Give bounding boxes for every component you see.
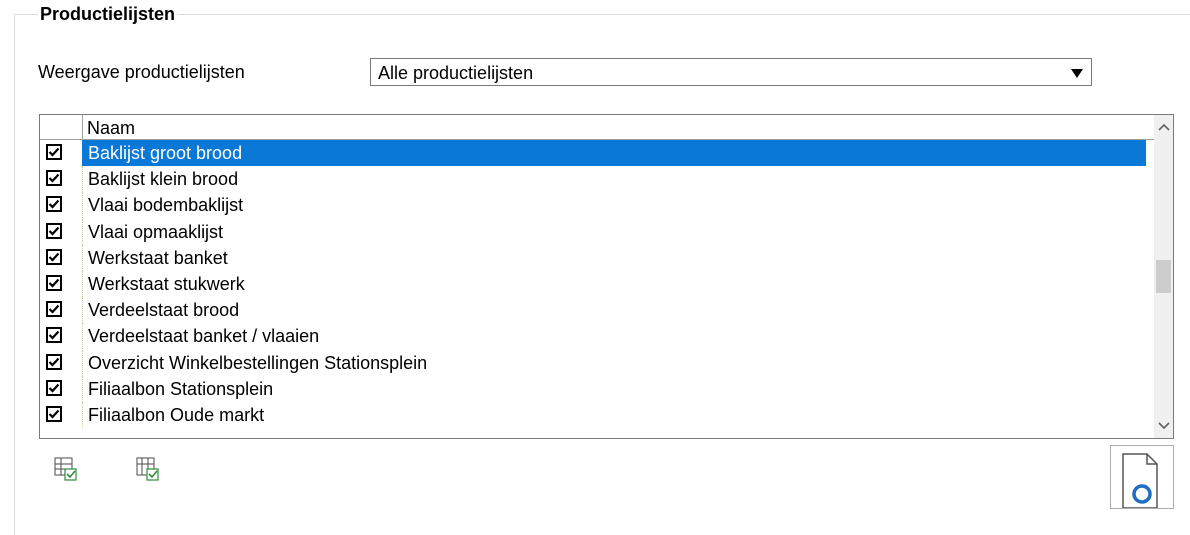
- row-name-cell[interactable]: Baklijst klein brood: [82, 166, 1146, 193]
- checkmark-icon: [48, 278, 60, 288]
- row-name: Verdeelstaat brood: [88, 300, 240, 321]
- checkmark-icon: [48, 200, 60, 209]
- table-row[interactable]: Verdeelstaat brood: [40, 297, 1154, 324]
- row-checkbox[interactable]: [46, 170, 62, 187]
- checkmark-icon: [48, 226, 60, 236]
- view-label: Weergave productielijsten: [38, 62, 245, 82]
- table-row[interactable]: Vlaai bodembaklijst: [40, 192, 1154, 219]
- checkmark-icon: [48, 357, 60, 367]
- row-checkbox[interactable]: [46, 222, 62, 239]
- view-select-value: Alle productielijsten: [378, 63, 534, 83]
- row-checkbox[interactable]: [46, 196, 62, 213]
- checkmark-icon: [48, 331, 60, 340]
- view-select[interactable]: Alle productielijsten: [370, 58, 1092, 86]
- table-row[interactable]: Baklijst klein brood: [40, 166, 1154, 193]
- checkmark-icon: [48, 409, 60, 419]
- checkmark-icon: [48, 304, 60, 314]
- header-separator: [82, 115, 83, 140]
- group-title: Productielijsten: [38, 3, 178, 25]
- row-checkbox[interactable]: [46, 379, 62, 396]
- scroll-up-icon[interactable]: [1154, 117, 1173, 137]
- row-name-cell[interactable]: Verdeelstaat brood: [82, 297, 1146, 324]
- table-row[interactable]: Vlaai opmaaklijst: [40, 218, 1154, 245]
- row-checkbox[interactable]: [46, 327, 62, 344]
- table-row[interactable]: Verdeelstaat banket / vlaaien: [40, 323, 1154, 350]
- row-checkbox[interactable]: [46, 406, 62, 422]
- scrollbar-thumb[interactable]: [1156, 260, 1171, 293]
- row-checkbox[interactable]: [46, 353, 62, 370]
- row-checkbox[interactable]: [46, 248, 62, 265]
- table-row[interactable]: Filiaalbon Oude markt: [40, 402, 1154, 428]
- productielijsten-grid[interactable]: Naam Baklijst groot brood Baklijst klein …: [39, 114, 1174, 439]
- row-name: Overzicht Winkelbestellingen Stationsple…: [88, 352, 428, 373]
- table-row[interactable]: Werkstaat banket: [40, 244, 1154, 271]
- scroll-down-icon[interactable]: [1154, 416, 1173, 436]
- grid-header: Naam: [40, 115, 1154, 140]
- row-name-cell[interactable]: Verdeelstaat banket / vlaaien: [82, 323, 1146, 350]
- row-name-cell[interactable]: Werkstaat stukwerk: [82, 271, 1146, 297]
- checkmark-icon: [48, 173, 60, 183]
- row-name: Verdeelstaat banket / vlaaien: [88, 326, 320, 347]
- column-header-naam[interactable]: Naam: [87, 118, 135, 138]
- row-name: Werkstaat banket: [88, 247, 228, 268]
- checkmark-icon: [48, 147, 60, 157]
- row-checkbox[interactable]: [46, 301, 62, 318]
- row-name: Werkstaat stukwerk: [88, 274, 245, 294]
- row-checkbox[interactable]: [46, 275, 62, 291]
- checkmark-icon: [48, 252, 60, 262]
- vertical-scrollbar[interactable]: [1154, 115, 1173, 438]
- row-checkbox[interactable]: [46, 144, 62, 160]
- row-name-cell[interactable]: Vlaai bodembaklijst: [82, 192, 1146, 219]
- row-name-cell[interactable]: Vlaai opmaaklijst: [82, 218, 1146, 245]
- print-preview-icon: [1122, 453, 1158, 508]
- dropdown-arrow-icon: [1071, 63, 1083, 83]
- table-row[interactable]: Filiaalbon Stationsplein: [40, 375, 1154, 402]
- row-name: Baklijst klein brood: [88, 169, 239, 190]
- row-name: Filiaalbon Stationsplein: [88, 378, 274, 399]
- row-name-cell[interactable]: Filiaalbon Oude markt: [82, 402, 1146, 428]
- row-name-cell[interactable]: Filiaalbon Stationsplein: [82, 375, 1146, 402]
- grid-check-all-icon[interactable]: [54, 456, 78, 482]
- row-name: Vlaai bodembaklijst: [88, 195, 244, 216]
- row-name-cell[interactable]: Overzicht Winkelbestellingen Stationsple…: [82, 349, 1146, 376]
- row-name: Vlaai opmaaklijst: [88, 221, 224, 242]
- row-name: Baklijst groot brood: [88, 143, 243, 163]
- checkmark-icon: [48, 383, 60, 393]
- print-preview-button[interactable]: [1110, 445, 1174, 509]
- table-row[interactable]: Overzicht Winkelbestellingen Stationsple…: [40, 349, 1154, 376]
- grid-check-column-icon[interactable]: [136, 456, 160, 482]
- row-name-cell[interactable]: Werkstaat banket: [82, 244, 1146, 271]
- row-name: Filiaalbon Oude markt: [88, 405, 265, 425]
- row-name-cell[interactable]: Baklijst groot brood: [82, 140, 1146, 166]
- table-row[interactable]: Baklijst groot brood: [40, 140, 1154, 166]
- table-row[interactable]: Werkstaat stukwerk: [40, 271, 1154, 297]
